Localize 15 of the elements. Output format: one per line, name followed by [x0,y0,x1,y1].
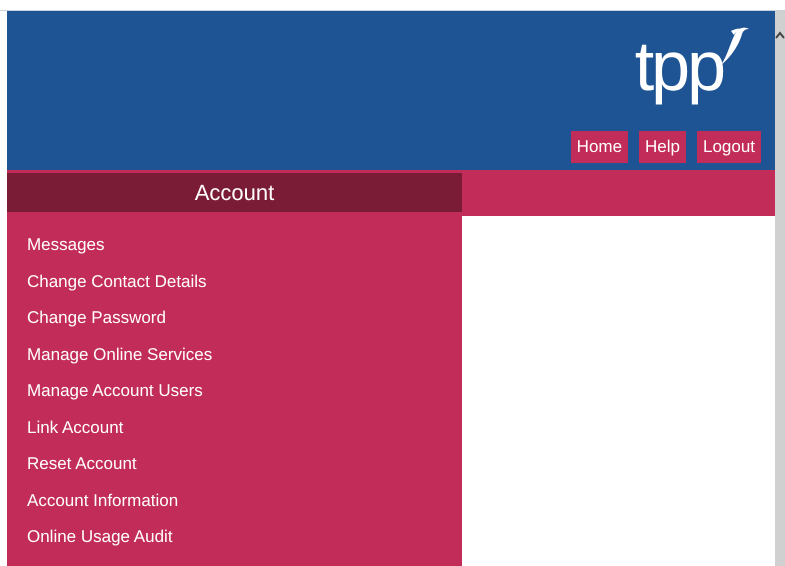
menu-link[interactable]: Account Information [27,490,178,526]
nav-button[interactable]: Home [570,131,628,163]
menu-link[interactable]: Online Usage Audit [27,526,173,562]
menu-link[interactable]: Messages [27,234,104,270]
scroll-up-icon[interactable] [775,31,785,39]
menu-link[interactable]: Link Account [27,416,124,453]
menu-link[interactable]: Change Password [27,307,166,344]
section-title: Account [7,173,462,212]
nav-button[interactable]: Logout [697,131,761,163]
menu-link[interactable]: Manage Account Users [27,380,203,416]
menu-link[interactable]: Change Contact Details [27,270,207,307]
menu-link[interactable]: Manage Online Services [27,344,212,380]
nav-button[interactable]: Help [639,131,686,163]
logo-text: tpp [634,26,723,107]
menu-link[interactable]: Reset Account [27,453,137,490]
